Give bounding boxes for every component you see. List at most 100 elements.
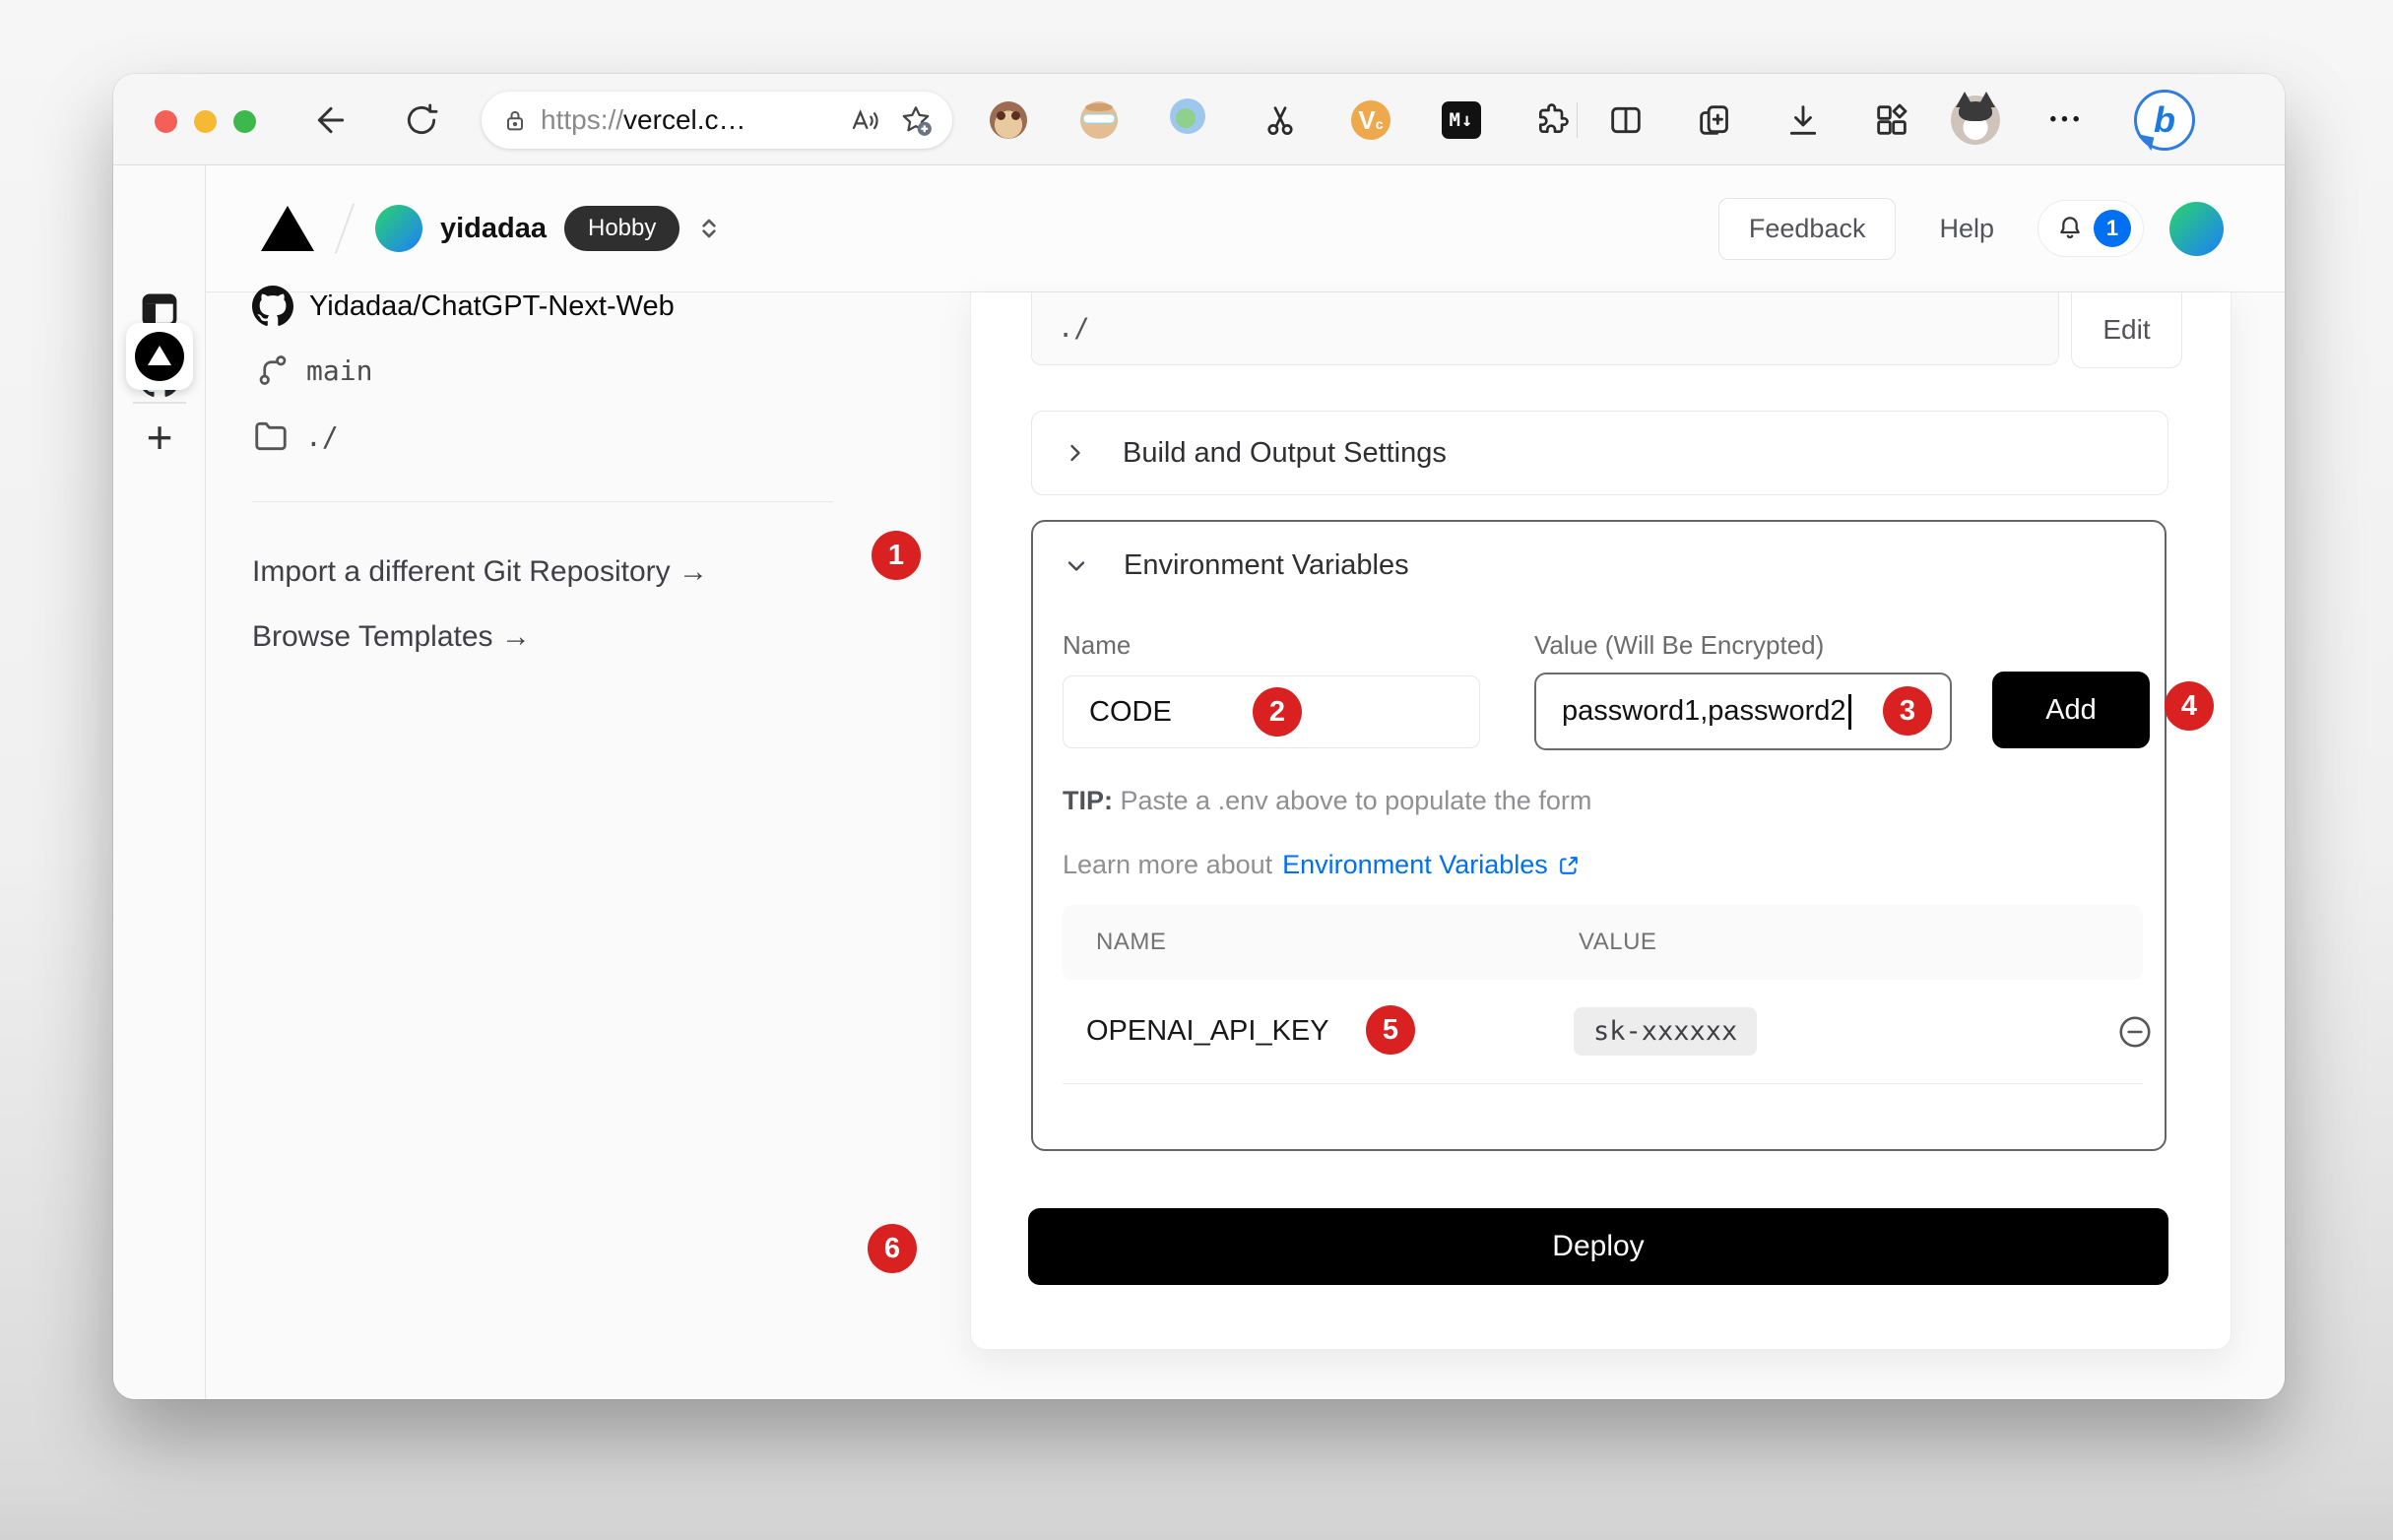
scissors-extension-icon[interactable]	[1261, 97, 1300, 143]
build-output-settings-title: Build and Output Settings	[1123, 437, 1447, 470]
annotation-badge-4: 4	[2165, 681, 2214, 731]
environment-variables-accordion[interactable]: Environment Variables	[1063, 549, 1409, 582]
collections-add-icon[interactable]	[1695, 100, 1734, 140]
favorite-star-icon[interactable]	[899, 103, 933, 137]
help-link[interactable]: Help	[1939, 214, 1994, 244]
deploy-button[interactable]: Deploy	[1028, 1208, 2168, 1285]
repo-name: Yidadaa/ChatGPT-Next-Web	[309, 290, 675, 323]
git-branch-icon	[255, 353, 291, 388]
tampermonkey-extension-icon[interactable]	[989, 97, 1028, 143]
edge-sidebar: +	[113, 165, 206, 1399]
feedback-button[interactable]: Feedback	[1718, 198, 1897, 260]
env-row-name: OPENAI_API_KEY	[1086, 1015, 1329, 1048]
env-value-label: Value (Will Be Encrypted)	[1534, 630, 1824, 661]
annotation-badge-3: 3	[1883, 686, 1932, 736]
remove-env-var-button[interactable]	[2116, 1013, 2154, 1051]
import-project-card: ./ Edit Build and Output Settings Enviro…	[970, 292, 2231, 1350]
learn-more-prefix: Learn more about	[1063, 850, 1272, 880]
repo-row: Yidadaa/ChatGPT-Next-Web	[252, 286, 675, 327]
env-row-value-chip: sk-xxxxxx	[1574, 1007, 1757, 1056]
vercel-triangle-logo[interactable]	[261, 206, 314, 251]
url-host: vercel.c…	[623, 104, 745, 135]
annotation-badge-5: 5	[1366, 1005, 1415, 1055]
env-name-label: Name	[1063, 630, 1131, 661]
minus-circle-icon	[2116, 1013, 2154, 1051]
traffic-lights	[155, 110, 256, 133]
plan-badge: Hobby	[564, 206, 679, 251]
back-button[interactable]	[308, 97, 354, 143]
back-arrow-icon	[311, 100, 351, 140]
close-window-button[interactable]	[155, 110, 177, 133]
chevron-right-icon	[1062, 439, 1089, 467]
vercel-sidebar-tab-active[interactable]	[126, 323, 193, 390]
chevron-up-down-icon	[693, 213, 725, 244]
browser-action-icons	[1606, 96, 1911, 145]
vimium-extension-icon[interactable]: Vc	[1351, 97, 1391, 143]
team-switcher-button[interactable]	[693, 213, 725, 244]
browser-window: https://vercel.c… 3	[113, 74, 2285, 1399]
user-avatar[interactable]	[2169, 202, 2224, 256]
environment-variables-panel: Environment Variables Name Value (Will B…	[1031, 520, 2167, 1151]
team-name[interactable]: yidadaa	[440, 213, 547, 245]
maximize-window-button[interactable]	[233, 110, 256, 133]
browser-toolbar: https://vercel.c… 3	[113, 74, 2285, 165]
folder-icon	[252, 417, 290, 455]
root-dir-row: ./	[252, 417, 339, 455]
env-name-value: CODE	[1089, 696, 1172, 729]
page-content: yidadaa Hobby Feedback Help 1 Yidadaa/Ch…	[206, 165, 2285, 1399]
annotation-badge-1: 1	[872, 531, 921, 580]
downloads-icon[interactable]	[1783, 100, 1823, 140]
vercel-logo-icon	[135, 332, 184, 381]
notification-count-badge: 1	[2094, 210, 2131, 247]
github-icon	[252, 286, 293, 327]
edit-root-directory-button[interactable]: Edit	[2071, 292, 2182, 368]
env-table-header-value: VALUE	[1579, 929, 1656, 956]
extensions-puzzle-icon[interactable]	[1532, 97, 1572, 143]
refresh-button[interactable]	[399, 97, 444, 143]
markdown-extension-icon[interactable]: M↓	[1442, 97, 1481, 143]
lock-icon	[501, 106, 529, 134]
extension-bar: 3 Vc M↓	[989, 96, 1572, 145]
chevron-down-icon	[1063, 552, 1090, 580]
left-divider	[252, 501, 833, 502]
environment-variables-title: Environment Variables	[1124, 549, 1409, 582]
env-table-header-name: NAME	[1096, 929, 1166, 956]
bing-chat-icon[interactable]: b	[2134, 90, 2195, 151]
desktop-background: https://vercel.c… 3	[0, 0, 2393, 1540]
root-dir-label: ./	[305, 420, 339, 453]
env-value-text: password1,password2	[1562, 695, 1846, 728]
team-avatar[interactable]	[375, 205, 422, 252]
workspaces-grid-icon[interactable]	[1872, 100, 1911, 140]
bell-icon	[2054, 213, 2086, 244]
url-text: https://vercel.c…	[541, 104, 746, 136]
browser-menu-button[interactable]: •••	[2041, 96, 2093, 145]
env-table-row: OPENAI_API_KEY sk-xxxxxx	[1063, 980, 2143, 1084]
url-scheme: https://	[541, 104, 623, 135]
minimize-window-button[interactable]	[194, 110, 217, 133]
sync-badge-extension-icon[interactable]: 3	[1170, 97, 1209, 143]
breadcrumb-slash	[335, 203, 355, 253]
external-link-icon	[1556, 853, 1582, 878]
address-bar[interactable]: https://vercel.c…	[482, 92, 952, 149]
environment-variables-link[interactable]: Environment Variables	[1282, 850, 1582, 880]
annotation-badge-6: 6	[868, 1224, 917, 1273]
build-output-settings-accordion[interactable]: Build and Output Settings	[1031, 411, 2168, 495]
branch-name: main	[306, 354, 372, 387]
read-aloud-icon[interactable]	[850, 104, 881, 136]
browse-templates-link[interactable]: Browse Templates →	[252, 620, 531, 654]
text-caret	[1848, 694, 1851, 730]
annotation-badge-2: 2	[1253, 687, 1302, 737]
browser-profile-avatar[interactable]	[1951, 96, 2000, 145]
refresh-icon	[403, 101, 440, 139]
branch-row: main	[255, 353, 372, 388]
split-screen-icon[interactable]	[1606, 100, 1646, 140]
notifications-button[interactable]: 1	[2037, 200, 2144, 257]
env-learn-more: Learn more about Environment Variables	[1063, 850, 1582, 880]
env-tip-text: TIP: Paste a .env above to populate the …	[1063, 786, 1591, 816]
root-directory-input[interactable]: ./	[1031, 292, 2059, 365]
sidebar-add-button[interactable]: +	[113, 415, 206, 460]
add-env-var-button[interactable]: Add	[1992, 672, 2150, 748]
persona-extension-icon[interactable]	[1079, 97, 1119, 143]
vercel-header: yidadaa Hobby Feedback Help 1	[206, 165, 2285, 292]
import-different-repo-link[interactable]: Import a different Git Repository →	[252, 555, 708, 589]
